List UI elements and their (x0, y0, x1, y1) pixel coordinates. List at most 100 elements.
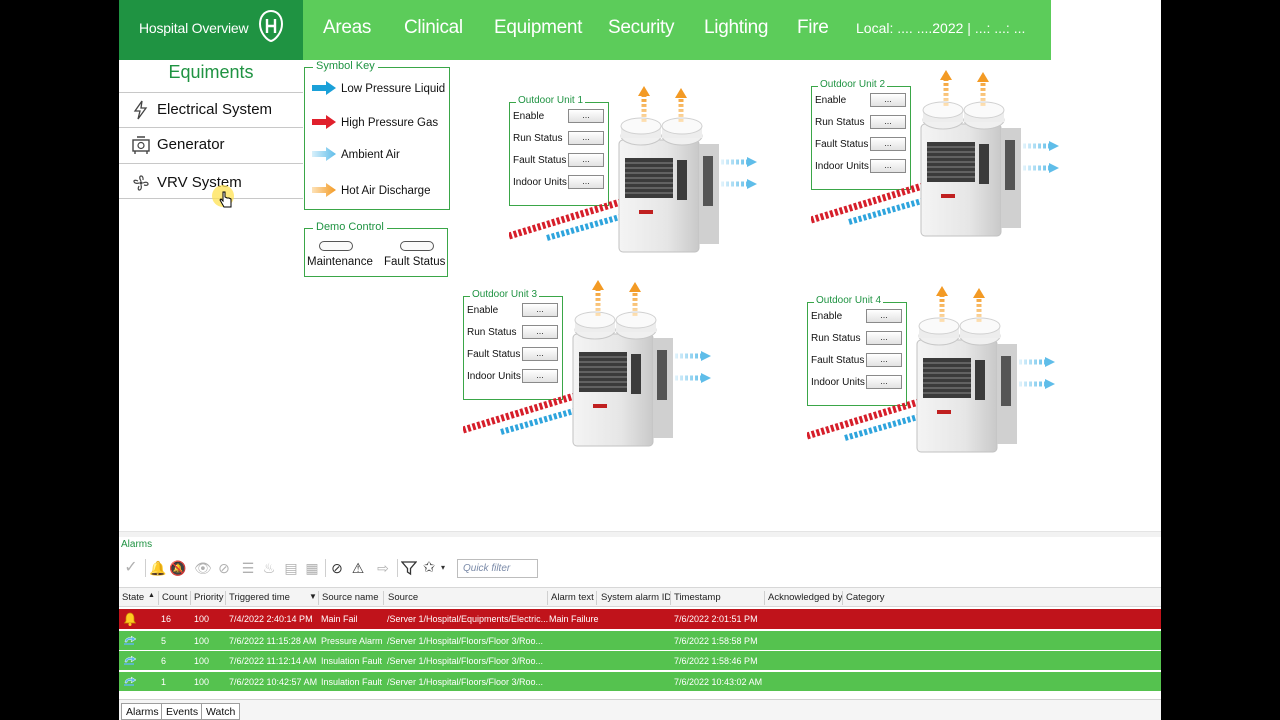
acknowledge-icon[interactable]: ✓ (123, 560, 139, 576)
table-row[interactable]: 16 100 7/4/2022 2:40:14 PM Main Fail/Server… (119, 609, 1161, 629)
comment-icon[interactable]: ☰ (240, 560, 256, 576)
column-header[interactable]: System alarm ID (601, 592, 671, 603)
nav-areas[interactable]: Areas (323, 17, 371, 39)
cell-source: /Server 1/Hospital/Floors/Floor 3/Roo... (387, 676, 544, 687)
alarms-title: Alarms (121, 539, 153, 550)
equipment-item-label: Generator (157, 136, 225, 153)
cell-timestamp: 7/6/2022 1:58:46 PM (674, 656, 758, 666)
disable-icon[interactable]: ⊘ (329, 560, 345, 576)
maintenance-label: Maintenance (307, 256, 373, 268)
column-header[interactable]: Triggered time (229, 592, 290, 603)
cell-source: /Server 1/Hospital/Floors/Floor 3/Roo... (387, 635, 544, 646)
column-header[interactable]: Acknowledged by (768, 592, 842, 603)
cell-count: 6 (161, 656, 167, 666)
vrv-outdoor-unit-illustration (807, 286, 1055, 453)
cell-source-name: Main Fail (321, 614, 358, 624)
red-arrow-icon (312, 115, 336, 129)
alarms-grid-header: State ▲ Count Priority Triggered time ▼ … (119, 587, 1161, 607)
bell-icon (123, 612, 137, 626)
outdoor-unit-3: Outdoor Unit 3 Enable ... Run Status ...… (463, 280, 763, 455)
cell-priority: 100 (194, 614, 210, 624)
equipment-item-electrical[interactable]: Electrical System (119, 92, 303, 126)
nav-fire[interactable]: Fire (797, 17, 829, 39)
column-header[interactable]: Source (388, 592, 418, 603)
equipment-item-generator[interactable]: Generator (119, 127, 303, 161)
orange-arrow-icon (312, 183, 336, 197)
table-row[interactable]: 5 100 7/6/2022 11:15:28 AM Pressure Alarm/S… (119, 629, 1161, 650)
light-blue-arrow-icon (312, 147, 336, 161)
demo-control-title: Demo Control (313, 221, 387, 233)
fan-icon (133, 175, 149, 191)
column-header[interactable]: Category (846, 592, 885, 603)
generator-icon (132, 136, 150, 154)
cell-count: 16 (161, 614, 172, 624)
cell-priority: 100 (194, 656, 210, 666)
cell-timestamp: 7/6/2022 1:58:58 PM (674, 635, 758, 646)
symbol-key-label: High Pressure Gas (341, 117, 439, 129)
column-header[interactable]: Source name (322, 592, 379, 603)
local-time: Local: .... ....2022 | ...: ...: ... (856, 20, 1026, 36)
cell-source: /Server 1/Hospital/Equipments/Electric..… (387, 614, 549, 624)
cell-source-name: Insulation Fault (321, 676, 383, 687)
symbol-key-title: Symbol Key (313, 60, 378, 72)
cell-triggered: 7/6/2022 10:42:57 AM (229, 676, 318, 687)
sort-ascending-icon: ▲ (148, 592, 155, 599)
nav-clinical[interactable]: Clinical (404, 17, 463, 39)
column-header[interactable]: State (122, 592, 144, 603)
top-nav: Hospital Overview Areas Clinical Equipme… (119, 0, 1051, 60)
symbol-key-label: Ambient Air (341, 149, 400, 161)
cell-count: 5 (161, 635, 167, 646)
brand-block[interactable]: Hospital Overview (119, 0, 303, 60)
shelve-icon[interactable]: ⚠ (350, 560, 366, 576)
checklist-icon[interactable]: ▦ (304, 560, 320, 576)
column-header[interactable]: Count (162, 592, 187, 603)
alarms-toolbar: ✓ 🔔 🔕 👁 ⊘ ☰ ♨ ▤ ▦ ⊘ ⚠ ⇨ ✩ ▾ (119, 555, 1161, 582)
tab-watch[interactable]: Watch (201, 703, 241, 720)
column-divider (547, 591, 548, 605)
cell-priority: 100 (194, 676, 210, 687)
column-divider (158, 591, 159, 605)
chevron-down-icon[interactable]: ▾ (435, 560, 451, 576)
procedure-icon[interactable]: ▤ (283, 560, 299, 576)
cell-priority: 100 (194, 635, 210, 646)
forward-icon[interactable]: ⇨ (375, 560, 391, 576)
eye-icon[interactable]: 👁 (194, 560, 212, 576)
column-header[interactable]: Alarm text (551, 592, 594, 603)
symbol-key-label: Low Pressure Liquid (341, 83, 446, 95)
bell-icon[interactable]: 🔔 (149, 560, 166, 576)
column-divider (670, 591, 671, 605)
cell-source-name: Insulation Fault (321, 656, 383, 666)
column-header[interactable]: Timestamp (674, 592, 721, 603)
cell-timestamp: 7/6/2022 10:43:02 AM (674, 676, 763, 687)
fault-status-toggle[interactable] (400, 241, 434, 251)
column-divider (842, 591, 843, 605)
maintenance-toggle[interactable] (319, 241, 353, 251)
toolbar-separator (397, 559, 398, 577)
column-divider (190, 591, 191, 605)
outdoor-unit-2: Outdoor Unit 2 Enable ... Run Status ...… (811, 70, 1111, 245)
tab-alarms[interactable]: Alarms (121, 703, 164, 720)
nav-security[interactable]: Security (608, 17, 675, 39)
tab-events[interactable]: Events (161, 703, 204, 720)
return-to-normal-icon (124, 675, 137, 686)
cell-triggered: 7/4/2022 2:40:14 PM (229, 614, 313, 624)
nav-equipment[interactable]: Equipment (494, 17, 582, 39)
fault-status-label: Fault Status (384, 256, 446, 268)
equipment-item-vrv[interactable]: VRV System (119, 163, 303, 199)
column-header[interactable]: Priority (194, 592, 224, 603)
blue-arrow-icon (312, 81, 336, 95)
quick-filter-input[interactable] (457, 559, 538, 578)
table-row[interactable]: 6 100 7/6/2022 11:12:14 AM Insulation Fault… (119, 650, 1161, 670)
equipment-item-label: Electrical System (157, 101, 273, 118)
cell-source-name: Pressure Alarm (321, 635, 383, 646)
column-divider (596, 591, 597, 605)
nav-lighting[interactable]: Lighting (704, 17, 768, 39)
fire-icon[interactable]: ♨ (261, 560, 277, 576)
table-row[interactable]: 1 100 7/6/2022 10:42:57 AM Insulation Fault… (119, 670, 1161, 691)
equipment-panel-title: Equiments (168, 62, 254, 82)
column-divider (225, 591, 226, 605)
alarms-divider (119, 531, 1161, 537)
hide-icon[interactable]: ⊘ (216, 560, 232, 576)
bell-off-icon[interactable]: 🔕 (169, 560, 186, 576)
filter-icon[interactable] (401, 560, 417, 576)
